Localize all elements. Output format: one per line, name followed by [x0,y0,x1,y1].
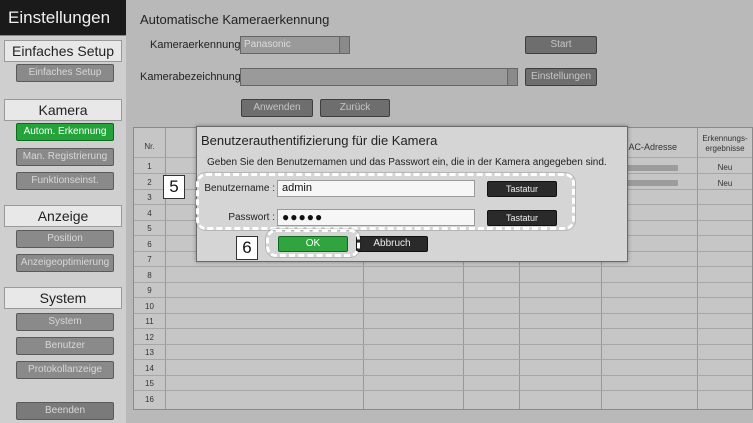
camera-name-label: Kamerabezeichnung [140,71,241,83]
mac-address-redacted [624,165,678,171]
table-row-num: 7 [147,255,152,264]
section-header-simple-setup: Einfaches Setup [4,40,122,62]
table-row-num: 16 [145,395,154,404]
camera-detection-label: Kameraerkennung [150,39,241,51]
page-title: Automatische Kameraerkennung [140,12,330,27]
camera-detection-select[interactable]: Panasonic [240,36,350,54]
mac-address-redacted [624,180,678,186]
sidebar-item-auto-detection[interactable]: Autom. Erkennung [16,123,114,141]
camera-name-select[interactable] [240,68,518,86]
section-header-display: Anzeige [4,205,122,227]
dialog-title: Benutzerauthentifizierung für die Kamera [201,133,438,148]
sidebar-item-system[interactable]: System [16,313,114,331]
cancel-button[interactable]: Abbruch [356,236,428,252]
table-header-nr: Nr. [144,142,155,151]
sidebar-item-position[interactable]: Position [16,230,114,248]
sidebar-item-manual-registration[interactable]: Man. Registrierung [16,148,114,166]
back-button[interactable]: Zurück [320,99,390,117]
table-row-num: 6 [147,240,152,249]
section-header-system: System [4,287,122,309]
table-row-num: 14 [145,364,154,373]
apply-button[interactable]: Anwenden [241,99,313,117]
table-row-num: 8 [147,271,152,280]
table-row-num: 15 [145,379,154,388]
table-row-num: 1 [147,162,152,171]
sidebar-item-display-optimization[interactable]: Anzeigeoptimierung [16,254,114,272]
dialog-message: Geben Sie den Benutzernamen und das Pass… [207,157,607,168]
chevron-down-icon [507,69,517,85]
sidebar-item-function-settings[interactable]: Funktionseinst. [16,172,114,190]
table-row-num: 10 [145,302,154,311]
chevron-down-icon [339,37,349,53]
callout-fields-highlight [195,172,576,231]
app-title: Einstellungen [0,0,126,36]
sidebar-item-simple-setup[interactable]: Einfaches Setup [16,64,114,82]
table-row-num: 4 [147,209,152,218]
sidebar-item-users[interactable]: Benutzer [16,337,114,355]
exit-button[interactable]: Beenden [16,402,114,420]
table-row-num: 2 [147,178,152,187]
table-row-num: 12 [145,333,154,342]
callout-number-5: 5 [163,175,185,199]
table-row-num: 9 [147,286,152,295]
table-row-num: 3 [147,193,152,202]
callout-ok-highlight [265,228,361,258]
camera-detection-value: Panasonic [244,39,291,50]
table-row-num: 13 [145,348,154,357]
sidebar-item-log-view[interactable]: Protokollanzeige [16,361,114,379]
sidebar: Einstellungen Einfaches Setup Einfaches … [0,0,126,423]
table-row-num: 5 [147,224,152,233]
callout-number-6: 6 [236,236,258,260]
table-row-num: 11 [145,317,154,326]
start-button[interactable]: Start [525,36,597,54]
table-header-result: Erkennungs- ergebnisse [702,134,748,153]
result-cell: Neu [717,179,733,188]
settings-button[interactable]: Einstellungen [525,68,597,86]
section-header-camera: Kamera [4,99,122,121]
result-cell: Neu [717,163,733,172]
